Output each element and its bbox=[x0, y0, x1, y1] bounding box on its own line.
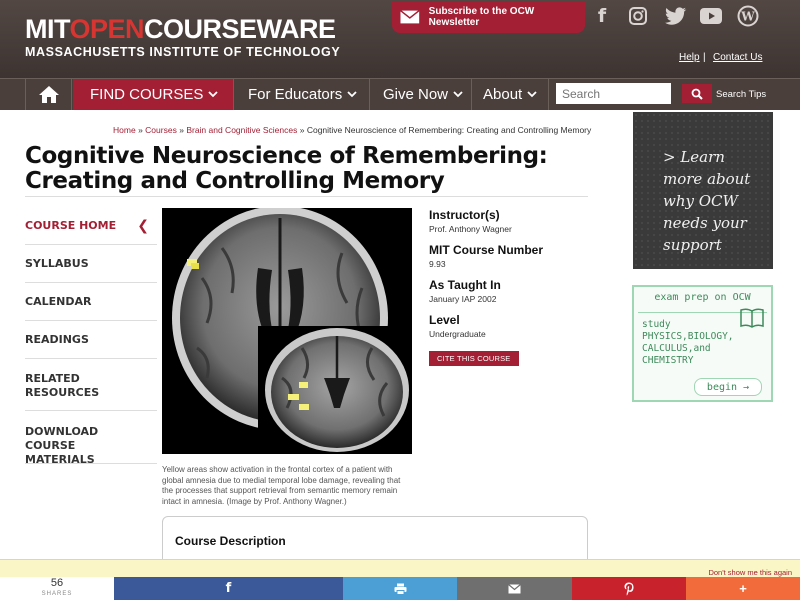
breadcrumb-current: Cognitive Neuroscience of Remembering: C… bbox=[306, 125, 592, 135]
newsletter-label: Subscribe to the OCW Newsletter bbox=[428, 6, 535, 28]
level-value: Undergraduate bbox=[429, 329, 486, 339]
email-icon bbox=[508, 583, 521, 593]
pinterest-icon bbox=[624, 582, 634, 596]
home-icon bbox=[38, 86, 59, 103]
level-label: Level bbox=[429, 313, 460, 327]
facebook-icon: f bbox=[225, 581, 232, 596]
share-bar: 56 SHARES f + bbox=[0, 577, 800, 600]
breadcrumb-separator: » bbox=[299, 125, 305, 135]
share-count: 56 SHARES bbox=[0, 577, 114, 600]
svg-text:W: W bbox=[740, 10, 755, 24]
search-tips-link[interactable]: Search Tips bbox=[716, 89, 766, 100]
breadcrumb: Home » Courses » Brain and Cognitive Sci… bbox=[113, 125, 591, 135]
image-caption: Yellow areas show activation in the fron… bbox=[162, 465, 401, 506]
chevron-down-icon bbox=[347, 91, 357, 98]
search-icon bbox=[691, 88, 703, 100]
chevron-down-icon bbox=[527, 91, 537, 98]
leftnav-related-resources[interactable]: RELATED RESOURCES bbox=[25, 359, 157, 411]
print-icon bbox=[394, 583, 406, 595]
site-header: MITOPENCOURSEWARE MASSACHUSETTS INSTITUT… bbox=[0, 0, 800, 78]
leftnav-download-materials[interactable]: DOWNLOAD COURSE MATERIALS bbox=[25, 411, 157, 466]
breadcrumb-separator: » bbox=[138, 125, 143, 135]
leftnav-label: CALENDAR bbox=[25, 295, 92, 308]
title-divider bbox=[25, 196, 588, 197]
chevron-down-icon bbox=[208, 91, 218, 98]
main-nav: FIND COURSES For Educators Give Now Abou… bbox=[0, 78, 800, 110]
page: MITOPENCOURSEWARE MASSACHUSETTS INSTITUT… bbox=[0, 0, 800, 600]
leftnav-syllabus[interactable]: SYLLABUS bbox=[25, 245, 157, 283]
support-ocw-text: > Learn more about why OCW needs your su… bbox=[663, 148, 751, 254]
envelope-icon bbox=[400, 10, 420, 24]
leftnav-calendar[interactable]: CALENDAR bbox=[25, 283, 157, 321]
leftnav-label: DOWNLOAD COURSE MATERIALS bbox=[25, 425, 99, 466]
nav-find-courses[interactable]: FIND COURSES bbox=[73, 79, 234, 110]
share-more-button[interactable]: + bbox=[686, 577, 800, 600]
share-pinterest-button[interactable] bbox=[572, 577, 686, 600]
newsletter-button[interactable]: Subscribe to the OCW Newsletter bbox=[392, 1, 585, 33]
share-count-number: 56 bbox=[50, 577, 64, 589]
search-button[interactable] bbox=[682, 84, 712, 103]
breadcrumb-courses[interactable]: Courses bbox=[145, 125, 177, 135]
nav-find-courses-label: FIND COURSES bbox=[90, 86, 204, 103]
page-title: Cognitive Neuroscience of Remembering: C… bbox=[25, 143, 548, 194]
nav-for-educators[interactable]: For Educators bbox=[234, 79, 370, 110]
course-left-nav: COURSE HOME ❮ SYLLABUS CALENDAR READINGS… bbox=[25, 207, 157, 466]
plus-icon: + bbox=[739, 581, 747, 596]
facebook-icon[interactable]: f bbox=[589, 3, 615, 29]
help-link[interactable]: Help bbox=[679, 52, 700, 63]
logo-subtitle: MASSACHUSETTS INSTITUTE OF TECHNOLOGY bbox=[25, 45, 341, 59]
leftnav-readings[interactable]: READINGS bbox=[25, 321, 157, 359]
nav-give-now-label: Give Now bbox=[383, 86, 449, 103]
nav-about[interactable]: About bbox=[472, 79, 549, 110]
nav-home[interactable] bbox=[25, 79, 72, 110]
leftnav-course-home[interactable]: COURSE HOME ❮ bbox=[25, 207, 157, 245]
share-facebook-button[interactable]: f bbox=[114, 577, 343, 600]
course-info: Instructor(s) Prof. Anthony Wagner MIT C… bbox=[429, 208, 579, 366]
share-print-button[interactable] bbox=[343, 577, 457, 600]
exam-prep-begin-button[interactable]: begin → bbox=[694, 378, 762, 396]
logo-courseware: COURSEWARE bbox=[144, 14, 336, 44]
share-email-button[interactable] bbox=[457, 577, 572, 600]
nav-give-now[interactable]: Give Now bbox=[370, 79, 472, 110]
ocw-logo[interactable]: MITOPENCOURSEWARE bbox=[25, 14, 336, 44]
taught-in-value: January IAP 2002 bbox=[429, 294, 497, 304]
leftnav-label: SYLLABUS bbox=[25, 257, 89, 270]
youtube-icon[interactable] bbox=[698, 3, 724, 29]
exam-prep-heading: exam prep on OCW bbox=[654, 292, 751, 303]
breadcrumb-home[interactable]: Home bbox=[113, 125, 136, 135]
chevron-left-icon: ❮ bbox=[137, 218, 149, 234]
breadcrumb-separator: » bbox=[179, 125, 184, 135]
link-separator: | bbox=[703, 52, 706, 63]
nav-about-label: About bbox=[483, 86, 523, 103]
search-input[interactable] bbox=[556, 83, 671, 104]
leftnav-label: RELATED RESOURCES bbox=[25, 372, 100, 399]
notice-bar: Don't show me this again bbox=[0, 559, 800, 577]
exam-prep-body: study PHYSICS,BIOLOGY, CALCULUS,and CHEM… bbox=[642, 319, 734, 366]
course-description-title: Course Description bbox=[175, 534, 286, 548]
breadcrumb-department[interactable]: Brain and Cognitive Sciences bbox=[186, 125, 297, 135]
instructor-value[interactable]: Prof. Anthony Wagner bbox=[429, 224, 579, 234]
instagram-icon[interactable] bbox=[625, 3, 651, 29]
logo-mit: MIT bbox=[25, 14, 70, 44]
logo-open: OPEN bbox=[69, 14, 145, 44]
twitter-icon[interactable] bbox=[663, 3, 689, 29]
support-ocw-banner[interactable]: > Learn more about why OCW needs your su… bbox=[633, 112, 773, 269]
instructor-label: Instructor(s) bbox=[429, 208, 500, 222]
course-number-value: 9.93 bbox=[429, 259, 446, 269]
contact-link[interactable]: Contact Us bbox=[713, 52, 762, 63]
taught-in-label: As Taught In bbox=[429, 278, 501, 292]
course-image bbox=[162, 208, 412, 454]
leftnav-label: READINGS bbox=[25, 333, 89, 346]
leftnav-label: COURSE HOME bbox=[25, 219, 117, 232]
cite-course-button[interactable]: CITE THIS COURSE bbox=[429, 351, 519, 366]
wordpress-icon[interactable]: W bbox=[735, 3, 761, 29]
exam-prep-banner[interactable]: exam prep on OCW study PHYSICS,BIOLOGY, … bbox=[632, 285, 773, 402]
dismiss-notice-link[interactable]: Don't show me this again bbox=[708, 568, 792, 577]
nav-for-educators-label: For Educators bbox=[248, 86, 343, 103]
chevron-down-icon bbox=[453, 91, 463, 98]
course-number-label: MIT Course Number bbox=[429, 243, 544, 257]
share-count-label: SHARES bbox=[41, 591, 73, 597]
